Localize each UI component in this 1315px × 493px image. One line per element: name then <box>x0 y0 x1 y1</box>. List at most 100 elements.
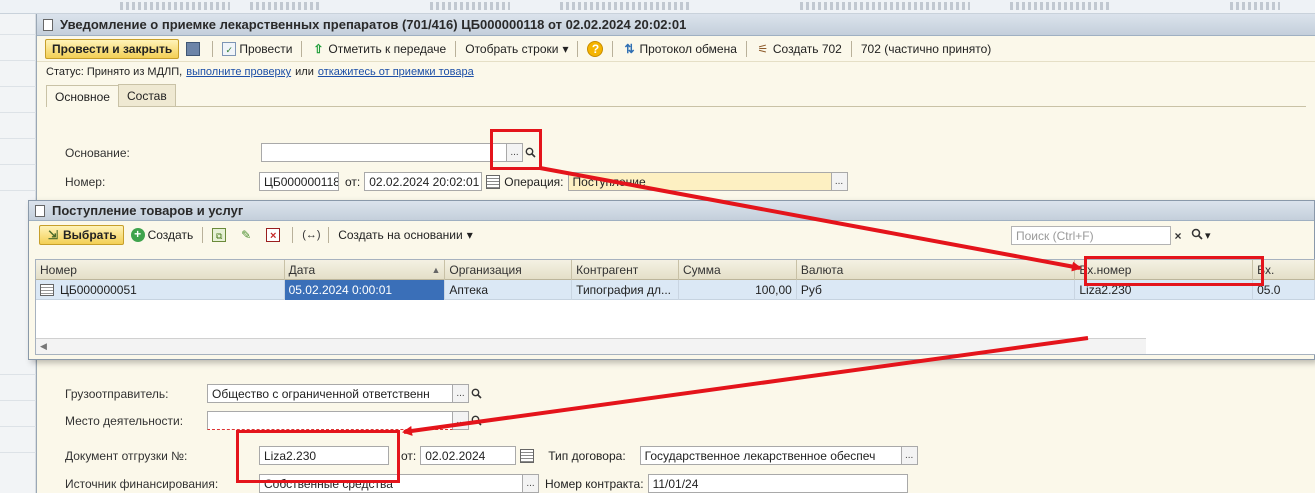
expand-icon: (↔) <box>302 229 321 241</box>
shipper-search-icon[interactable] <box>469 384 483 403</box>
highlight-ship-doc-field <box>236 430 400 483</box>
funding-label: Источник финансирования: <box>65 477 219 491</box>
rail-divider <box>0 164 36 165</box>
column-header-currency[interactable]: Валюта <box>797 260 1076 280</box>
help-button[interactable]: ? <box>584 39 606 59</box>
activity-place-row: Место деятельности: <box>65 414 183 428</box>
help-icon: ? <box>587 40 604 57</box>
post-button[interactable]: ✓ Провести <box>219 39 295 59</box>
clear-search-icon[interactable]: × <box>1171 226 1185 245</box>
activity-place-search-icon[interactable] <box>469 411 483 430</box>
cell-currency: Руб <box>797 280 1076 300</box>
activity-place-input[interactable] <box>207 411 453 430</box>
delete-button[interactable]: × <box>263 225 286 245</box>
contract-type-choose-button[interactable]: ... <box>901 446 918 465</box>
chevron-down-icon[interactable]: ▾ <box>1205 229 1211 242</box>
status-or: или <box>295 66 314 78</box>
tab-panel-border <box>46 106 1306 107</box>
dialog-title: Поступление товаров и услуг <box>52 203 244 218</box>
create-label: Создать <box>147 228 194 242</box>
contract-number-input[interactable]: 11/01/24 <box>647 474 908 493</box>
number-input[interactable]: ЦБ000000118 <box>259 172 339 191</box>
highlight-in-number-cell <box>1084 256 1264 286</box>
create-702-button[interactable]: ⚟ Создать 702 <box>753 39 845 59</box>
calendar-icon[interactable] <box>520 448 535 463</box>
column-header-sum[interactable]: Сумма <box>679 260 797 280</box>
ship-doc-row: Документ отгрузки №: <box>65 449 187 463</box>
check-link[interactable]: выполните проверку <box>186 66 291 78</box>
shipper-label: Грузоотправитель: <box>65 387 169 401</box>
toolbar-separator <box>577 40 579 57</box>
date-input[interactable]: 02.02.2024 20:02:01 <box>364 172 483 191</box>
select-label: Выбрать <box>63 228 117 242</box>
ghost-text <box>250 2 320 10</box>
create-702-label: Создать 702 <box>772 41 842 56</box>
copy-button[interactable]: ⧉ <box>209 225 232 245</box>
column-header-org[interactable]: Организация <box>445 260 573 280</box>
mark-transfer-label: Отметить к передаче <box>328 41 447 56</box>
status-702-link[interactable]: 702 (частично принято) <box>858 39 994 59</box>
tab-composition[interactable]: Состав <box>117 84 176 106</box>
toolbar-separator <box>202 227 204 243</box>
mark-transfer-button[interactable]: ⇧ Отметить к передаче <box>308 39 449 59</box>
column-header-date-label: Дата <box>288 263 316 277</box>
shipper-choose-button[interactable]: ... <box>453 384 469 403</box>
scroll-left-icon[interactable]: ◀ <box>40 341 47 352</box>
save-icon <box>186 41 201 56</box>
contract-number-label: Номер контракта: <box>545 476 644 491</box>
ship-doc-date-input[interactable]: 02.02.2024 <box>420 446 517 465</box>
toolbar-separator <box>850 40 852 57</box>
copy-icon: ⧉ <box>212 228 227 242</box>
rail-divider <box>0 374 36 375</box>
select-button[interactable]: ⇲ Выбрать <box>39 225 124 245</box>
rail-divider <box>0 452 36 453</box>
tab-main[interactable]: Основное <box>46 85 119 107</box>
chevron-down-icon: ▾ <box>466 228 473 242</box>
operation-label: Операция: <box>504 174 564 189</box>
cell-number-text: ЦБ000000051 <box>60 283 137 297</box>
rail-divider <box>0 400 36 401</box>
post-and-close-button[interactable]: Провести и закрыть <box>45 38 180 59</box>
toolbar-separator <box>455 40 457 57</box>
column-header-number[interactable]: Номер <box>36 260 285 280</box>
rail-divider <box>0 426 36 427</box>
column-header-counterparty[interactable]: Контрагент <box>572 260 680 280</box>
shipper-input[interactable]: Общество с ограниченной ответственн <box>207 384 453 403</box>
hierarchy-button[interactable]: (↔) <box>299 225 322 245</box>
search-input[interactable]: Поиск (Ctrl+F) <box>1011 226 1171 245</box>
column-header-date[interactable]: Дата ▲ <box>285 260 446 280</box>
contract-type-label: Тип договора: <box>548 448 626 463</box>
exchange-icon: ⇅ <box>624 41 635 56</box>
post-icon: ✓ <box>222 41 237 56</box>
save-button[interactable] <box>183 39 206 59</box>
select-rows-label: Отобрать строки <box>465 41 559 56</box>
exchange-protocol-button[interactable]: ⇅ Протокол обмена <box>619 39 739 59</box>
cell-sum: 100,00 <box>679 280 797 300</box>
rail-divider <box>0 34 36 35</box>
ghost-text <box>1010 2 1110 10</box>
select-rows-button[interactable]: Отобрать строки ▾ <box>462 39 571 59</box>
funding-choose-button[interactable]: ... <box>523 474 539 493</box>
edit-button[interactable]: ✎ <box>236 225 259 245</box>
number-field-group: ЦБ000000118 от: 02.02.2024 20:02:01 Опер… <box>259 172 848 191</box>
delete-icon: × <box>266 228 281 242</box>
search-icon[interactable] <box>1191 228 1203 243</box>
calendar-icon[interactable] <box>486 174 501 189</box>
cell-date: 05.02.2024 0:00:01 <box>284 280 446 300</box>
refuse-acceptance-link[interactable]: откажитесь от приемки товара <box>318 66 474 78</box>
activity-place-choose-button[interactable]: ... <box>453 411 469 430</box>
ghost-text <box>1230 2 1280 10</box>
ghost-text <box>560 2 690 10</box>
toolbar-separator <box>301 40 303 57</box>
create-button[interactable]: + Создать <box>128 225 197 245</box>
operation-input[interactable]: Поступление <box>567 172 832 191</box>
create-based-on-button[interactable]: Создать на основании ▾ <box>335 225 476 245</box>
operation-choose-button[interactable]: ... <box>831 172 848 191</box>
basis-input[interactable] <box>261 143 507 162</box>
status-line: Статус: Принято из МДЛП, выполните прове… <box>37 62 1315 82</box>
pencil-icon: ✎ <box>241 228 252 242</box>
ghost-text <box>800 2 970 10</box>
contract-type-input[interactable]: Государственное лекарственное обеспеч <box>639 446 902 465</box>
horizontal-scrollbar[interactable]: ◀ <box>36 338 1146 354</box>
main-toolbar: Провести и закрыть ✓ Провести ⇧ Отметить… <box>37 36 1315 62</box>
